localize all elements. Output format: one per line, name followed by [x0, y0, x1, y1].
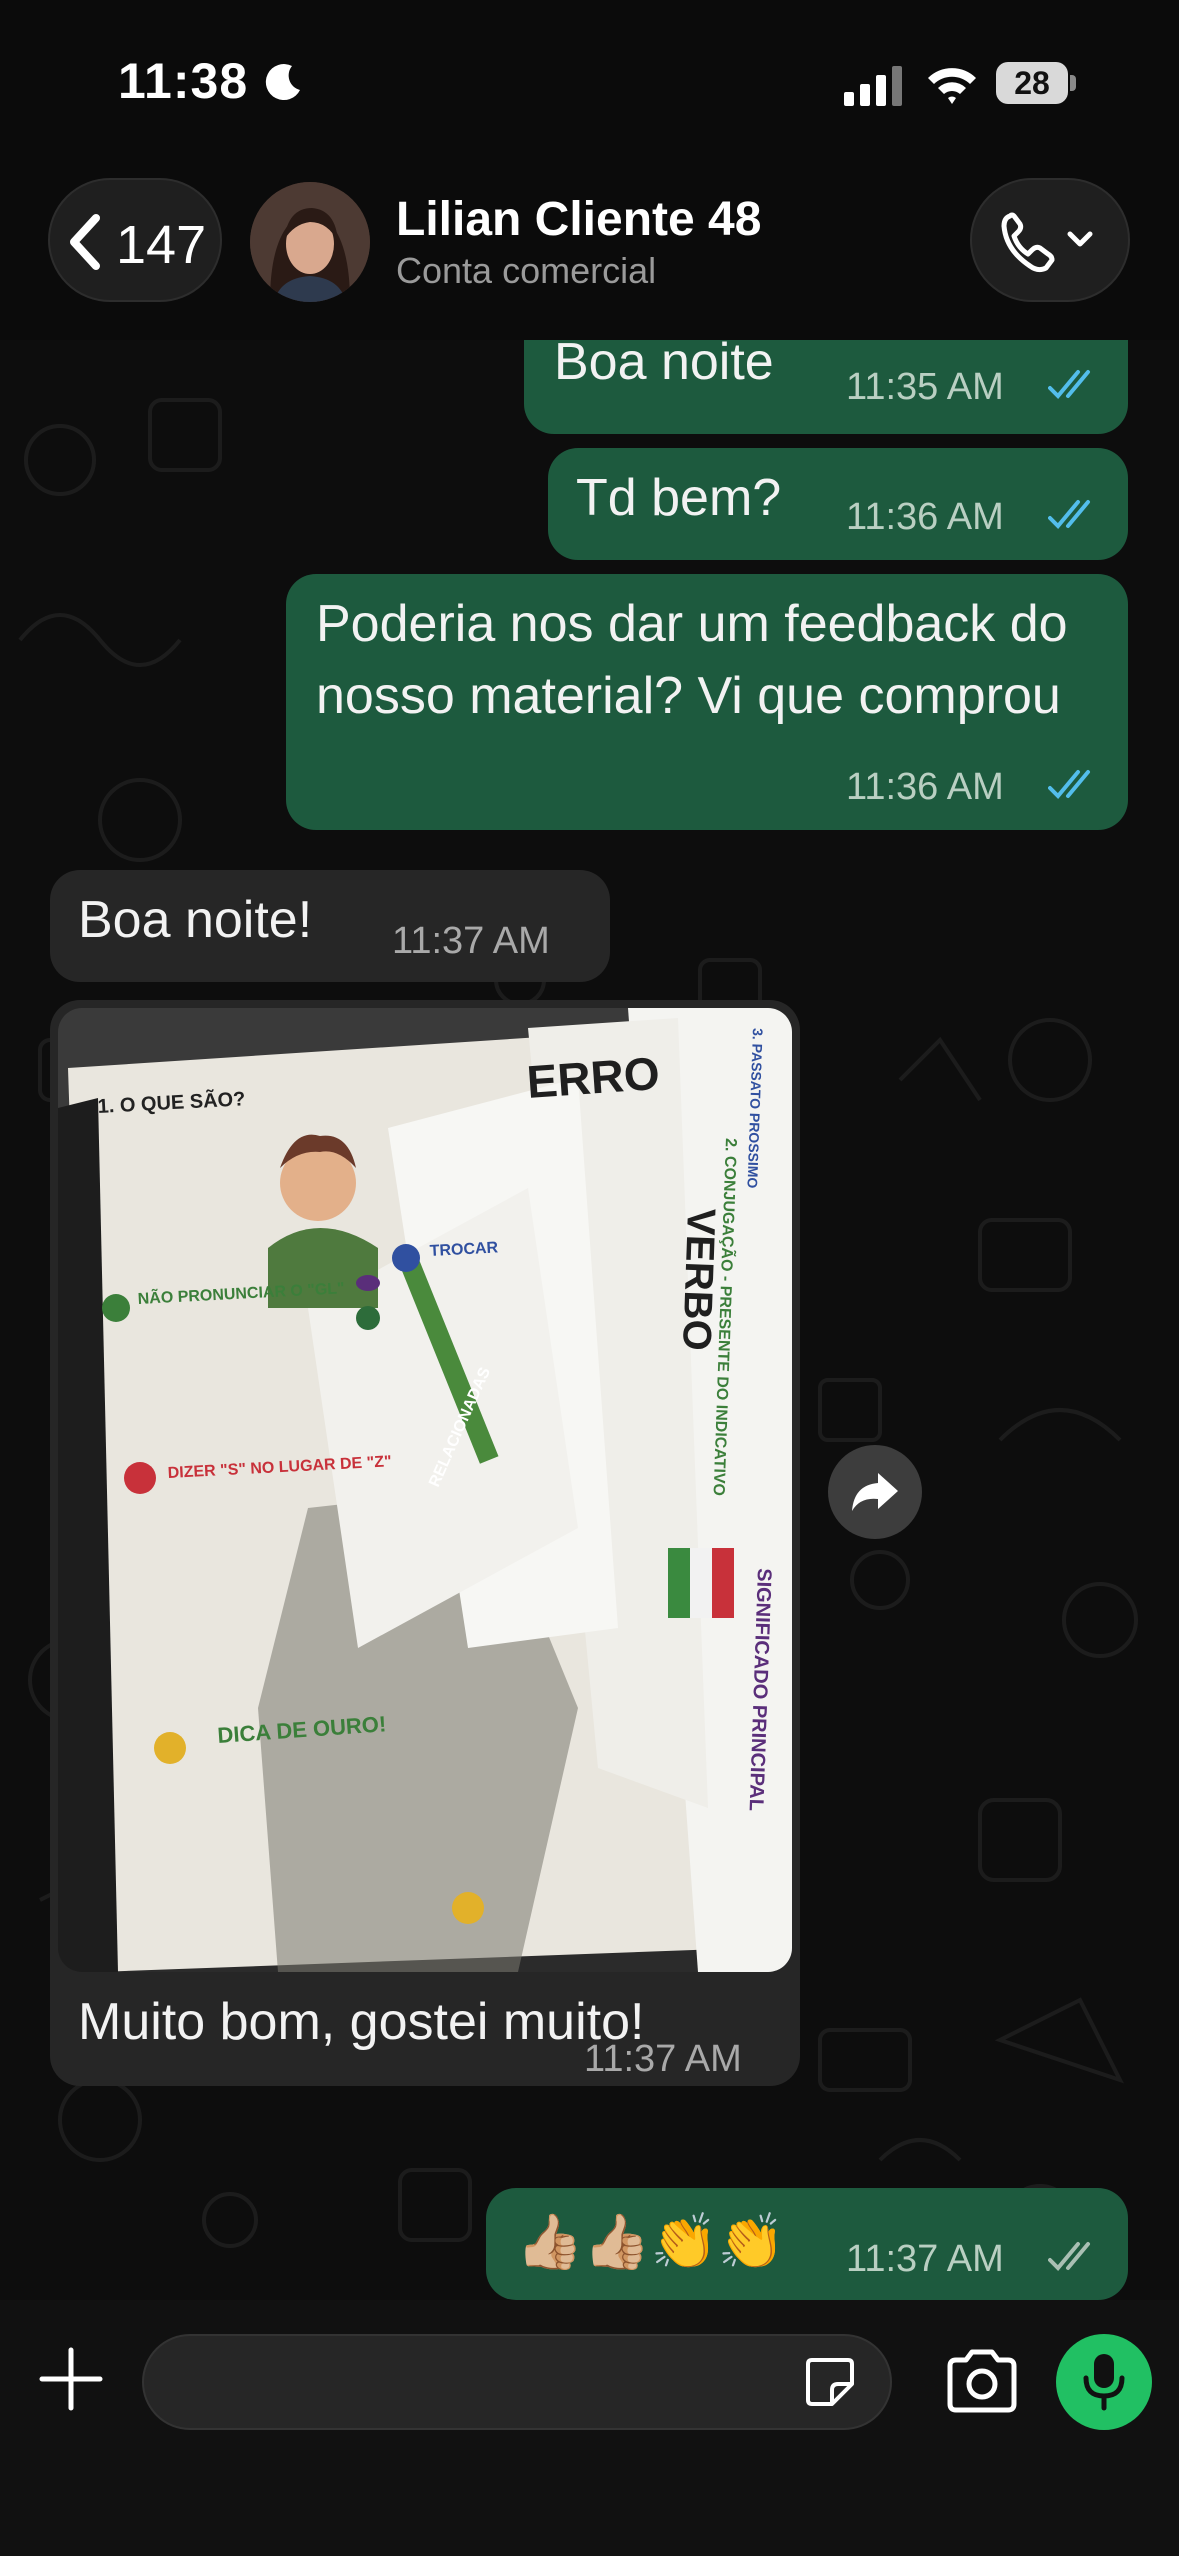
message-bubble-outgoing[interactable]: Td bem? 11:36 AM — [548, 448, 1128, 560]
plus-icon[interactable] — [36, 2344, 106, 2414]
shared-photo[interactable]: 1. O QUE SÃO? ERRO NÃO PRONUNCIAR O "GL"… — [58, 1008, 792, 1972]
forward-button[interactable] — [828, 1445, 922, 1539]
battery-icon: 28 — [996, 62, 1076, 106]
read-receipt-icon — [1048, 370, 1090, 399]
message-time: 11:36 AM — [846, 496, 1004, 538]
message-time: 11:37 AM — [392, 920, 550, 962]
chat-header: 147 Lilian Cliente 48 Conta comercial — [0, 170, 1179, 340]
photo-label: ERRO — [525, 1047, 661, 1108]
read-receipt-icon — [1048, 500, 1090, 529]
unread-count: 147 — [116, 215, 207, 275]
contact-subtitle: Conta comercial — [396, 250, 657, 291]
message-bubble-outgoing[interactable]: Boa noite 11:35 AM — [524, 340, 1128, 434]
message-text: Boa noite! — [78, 891, 313, 949]
sticker-icon[interactable] — [802, 2354, 858, 2410]
voice-message-button[interactable] — [1056, 2334, 1152, 2430]
contact-name[interactable]: Lilian Cliente 48 — [396, 192, 761, 247]
message-text: Poderia nos dar um feedback do nosso mat… — [316, 595, 1068, 725]
chevron-left-icon — [70, 214, 100, 270]
message-time: 11:37 AM — [846, 2238, 1004, 2280]
forward-arrow-icon — [852, 1473, 898, 1511]
photo-label: TROCAR — [429, 1239, 499, 1260]
avatar[interactable] — [250, 182, 370, 302]
read-receipt-icon — [1048, 770, 1090, 799]
battery-level: 28 — [1014, 65, 1050, 101]
message-bubble-incoming[interactable]: Boa noite! 11:37 AM — [50, 870, 610, 982]
message-bubble-outgoing[interactable]: 👍🏼👍🏼👏👏 11:37 AM — [486, 2188, 1128, 2300]
back-button[interactable]: 147 — [48, 178, 222, 302]
image-caption: Muito bom, gostei muito! — [78, 1993, 645, 2051]
image-message-bubble[interactable]: 1. O QUE SÃO? ERRO NÃO PRONUNCIAR O "GL"… — [50, 1000, 800, 2086]
delivered-receipt-icon — [1048, 2242, 1090, 2271]
call-button[interactable] — [970, 178, 1130, 302]
cellular-signal-icon — [844, 66, 902, 106]
status-time: 11:38 — [118, 53, 249, 109]
message-time: 11:36 AM — [846, 766, 1004, 808]
message-list[interactable]: Boa noite 11:35 AM Td bem? 11:36 AM Pode… — [0, 340, 1179, 2300]
message-bubble-outgoing[interactable]: Poderia nos dar um feedback do nosso mat… — [286, 574, 1128, 830]
phone-icon — [1001, 212, 1093, 273]
microphone-icon — [1083, 2354, 1125, 2411]
composer-bar — [0, 2300, 1179, 2556]
message-time: 11:35 AM — [846, 366, 1004, 408]
message-text: 👍🏼👍🏼👏👏 — [516, 2212, 785, 2272]
message-input[interactable] — [142, 2334, 892, 2430]
camera-icon[interactable] — [944, 2348, 1020, 2414]
status-bar: 11:38 28 — [0, 0, 1179, 170]
message-text: Boa noite — [554, 340, 774, 391]
wifi-icon — [928, 68, 976, 104]
moon-icon — [265, 64, 300, 101]
message-text: Td bem? — [576, 469, 782, 527]
message-time: 11:37 AM — [584, 2038, 742, 2080]
